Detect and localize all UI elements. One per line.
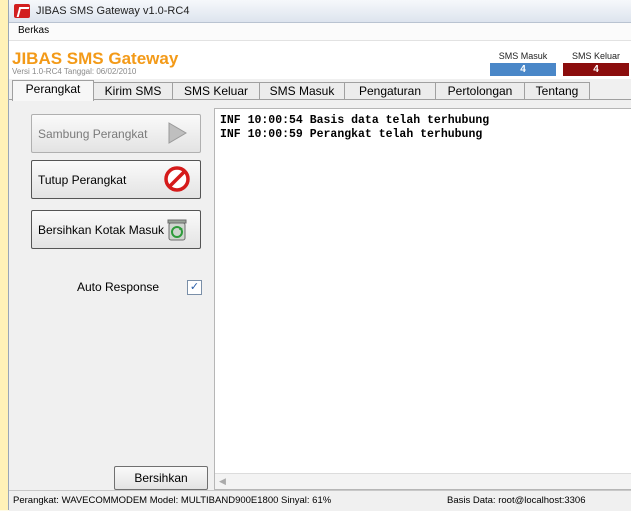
- version-text: Versi 1.0-RC4 Tanggal: 06/02/2010: [12, 67, 137, 76]
- log-line: INF 10:00:59 Perangkat telah terhubung: [220, 128, 483, 141]
- status-device-info: Perangkat: WAVECOMMODEM Model: MULTIBAND…: [13, 495, 332, 506]
- connect-device-label: Sambung Perangkat: [38, 126, 148, 141]
- clear-inbox-label: Bersihkan Kotak Masuk: [38, 222, 165, 237]
- sms-masuk-label: SMS Masuk: [498, 51, 548, 61]
- recycle-bin-icon: [167, 219, 187, 241]
- tab-perangkat[interactable]: Perangkat: [12, 80, 94, 101]
- device-panel: Sambung Perangkat Tutup Perangkat Bersih…: [9, 100, 211, 490]
- tab-bar: Perangkat Kirim SMS SMS Keluar SMS Masuk…: [9, 80, 631, 101]
- close-device-button[interactable]: Tutup Perangkat: [31, 160, 201, 199]
- tab-tentang[interactable]: Tentang: [524, 82, 590, 100]
- log-lines: INF 10:00:54 Basis data telah terhubung …: [215, 114, 489, 142]
- clear-log-button[interactable]: Bersihkan: [114, 466, 208, 490]
- sms-keluar-count: 4: [563, 63, 629, 76]
- play-arrow-icon: [168, 122, 187, 144]
- menu-berkas[interactable]: Berkas: [18, 25, 49, 36]
- app-icon: [14, 4, 30, 18]
- auto-response-label: Auto Response: [77, 280, 160, 294]
- scroll-left-arrow-icon[interactable]: ◀: [219, 476, 226, 487]
- tab-pertolongan[interactable]: Pertolongan: [435, 82, 525, 100]
- log-panel: INF 10:00:54 Basis data telah terhubung …: [214, 108, 631, 490]
- log-line: INF 10:00:54 Basis data telah terhubung: [220, 114, 490, 127]
- auto-response-checkbox[interactable]: ✓: [187, 280, 202, 295]
- tab-sms-keluar[interactable]: SMS Keluar: [172, 82, 260, 100]
- horizontal-scrollbar[interactable]: ◀: [215, 473, 631, 489]
- title-bar: JIBAS SMS Gateway v1.0-RC4: [9, 0, 631, 23]
- close-device-label: Tutup Perangkat: [38, 172, 127, 187]
- prohibited-icon: [164, 166, 190, 192]
- menu-bar: Berkas: [9, 23, 631, 41]
- clear-inbox-button[interactable]: Bersihkan Kotak Masuk: [31, 210, 201, 249]
- tab-sms-masuk[interactable]: SMS Masuk: [259, 82, 345, 100]
- sms-masuk-count: 4: [490, 63, 556, 76]
- window-title: JIBAS SMS Gateway v1.0-RC4: [36, 5, 190, 17]
- tab-kirim-sms[interactable]: Kirim SMS: [93, 82, 173, 100]
- status-database-info: Basis Data: root@localhost:3306: [447, 495, 586, 506]
- app-header: JIBAS SMS Gateway Versi 1.0-RC4 Tanggal:…: [9, 41, 631, 79]
- sms-keluar-label: SMS Keluar: [571, 51, 621, 61]
- status-bar: Perangkat: WAVECOMMODEM Model: MULTIBAND…: [9, 490, 631, 511]
- app-window: JIBAS SMS Gateway v1.0-RC4 Berkas JIBAS …: [8, 0, 631, 511]
- background-strip: [0, 0, 8, 510]
- sms-masuk-counter: SMS Masuk 4: [490, 51, 556, 76]
- tab-pengaturan[interactable]: Pengaturan: [344, 82, 436, 100]
- brand-title: JIBAS SMS Gateway: [12, 49, 179, 68]
- connect-device-button[interactable]: Sambung Perangkat: [31, 114, 201, 153]
- sms-keluar-counter: SMS Keluar 4: [563, 51, 629, 76]
